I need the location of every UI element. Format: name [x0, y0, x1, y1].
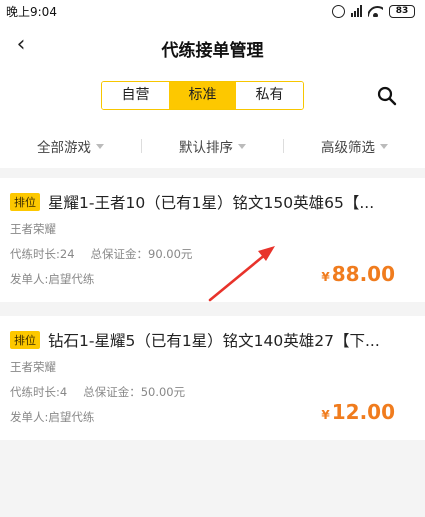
- price-value: 12.00: [331, 400, 395, 424]
- order-deposit: 总保证金：50.00元: [83, 385, 186, 399]
- status-time: 晚上9:04: [6, 4, 57, 19]
- tab-private[interactable]: 私有: [236, 82, 303, 109]
- order-management-page: 晚上9:04 83 ‹ 代练接单管理 自营 标准 私有 全部游戏 默认排序 高级…: [0, 0, 425, 517]
- order-poster: 发单人:启望代练: [10, 272, 95, 286]
- caret-down-icon: [96, 143, 104, 149]
- order-title-row: 排位 钻石1-星耀5（已有1星）铭文140英雄27【下...: [10, 329, 413, 351]
- order-meta: 代练时长:24 总保证金：90.00元: [10, 246, 192, 262]
- order-meta: 代练时长:4 总保证金：50.00元: [10, 384, 185, 400]
- order-poster: 发单人:启望代练: [10, 410, 95, 424]
- alarm-icon: [332, 4, 345, 18]
- price-value: 88.00: [331, 262, 395, 286]
- order-card[interactable]: 排位 星耀1-王者10（已有1星）铭文150英雄65【... 王者荣耀 代练时长…: [0, 178, 425, 302]
- filter-bar: 全部游戏 默认排序 高级筛选: [0, 139, 425, 168]
- order-game: 王者荣耀: [10, 360, 56, 374]
- signal-icon: [351, 5, 362, 17]
- wifi-icon: [368, 6, 383, 17]
- order-type-tabs: 自营 标准 私有: [101, 81, 304, 110]
- order-duration: 代练时长:24: [10, 247, 75, 261]
- filter-advanced[interactable]: 高级筛选: [284, 136, 425, 156]
- order-card[interactable]: 排位 钻石1-星耀5（已有1星）铭文140英雄27【下... 王者荣耀 代练时长…: [0, 316, 425, 440]
- order-tag: 排位: [10, 193, 40, 211]
- order-title: 星耀1-王者10（已有1星）铭文150英雄65【...: [48, 194, 375, 212]
- tab-self-operated[interactable]: 自营: [102, 82, 169, 109]
- order-price: ¥88.00: [321, 262, 395, 286]
- caret-down-icon: [380, 143, 388, 149]
- order-game: 王者荣耀: [10, 222, 56, 236]
- battery-icon: 83: [389, 4, 415, 18]
- caret-down-icon: [238, 143, 246, 149]
- search-icon: [377, 86, 397, 106]
- status-bar: 晚上9:04 83: [0, 0, 425, 22]
- currency-symbol: ¥: [321, 270, 330, 284]
- tab-standard[interactable]: 标准: [169, 82, 236, 109]
- filter-label: 默认排序: [179, 140, 233, 156]
- currency-symbol: ¥: [321, 408, 330, 422]
- order-tag: 排位: [10, 331, 40, 349]
- order-deposit: 总保证金：90.00元: [90, 247, 193, 261]
- page-title: 代练接单管理: [161, 41, 264, 61]
- filter-all-games[interactable]: 全部游戏: [0, 136, 141, 156]
- order-duration: 代练时长:4: [10, 385, 68, 399]
- order-price: ¥12.00: [321, 400, 395, 424]
- filter-label: 全部游戏: [37, 140, 91, 156]
- order-title-row: 排位 星耀1-王者10（已有1星）铭文150英雄65【...: [10, 191, 413, 213]
- order-title: 钻石1-星耀5（已有1星）铭文140英雄27【下...: [48, 332, 380, 350]
- status-icons: 83: [332, 4, 415, 18]
- search-button[interactable]: [377, 86, 397, 106]
- filter-label: 高级筛选: [321, 140, 375, 156]
- filter-default-sort[interactable]: 默认排序: [142, 136, 283, 156]
